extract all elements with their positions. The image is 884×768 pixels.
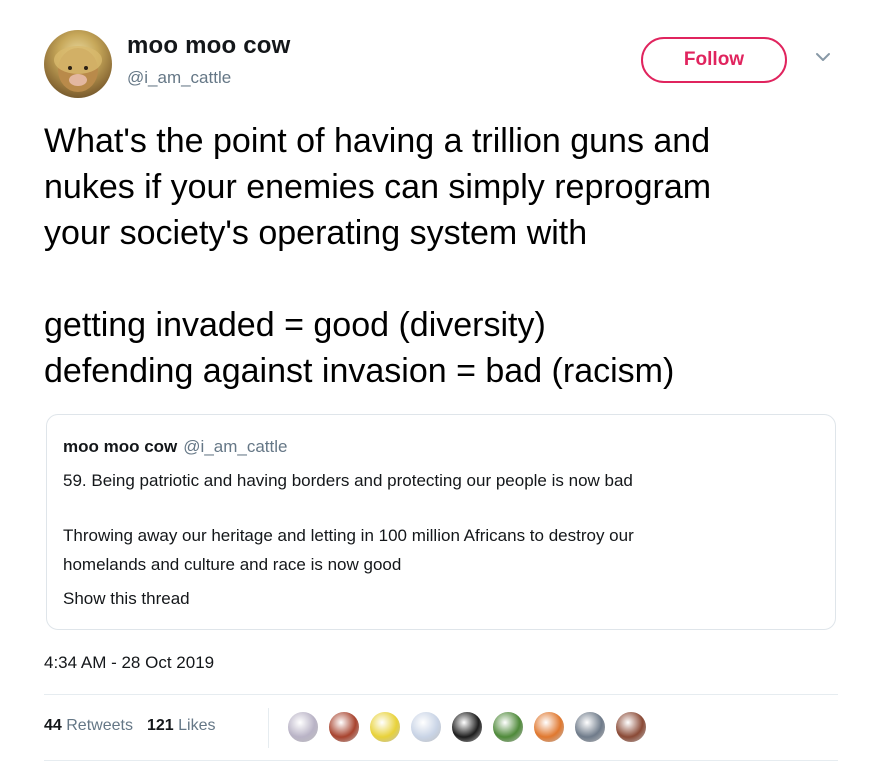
tweet-stats: 44 Retweets 121 Likes [44,717,215,735]
cow-avatar-icon [54,46,102,92]
divider [44,760,838,761]
liker-avatar-icon[interactable] [573,710,607,744]
liker-avatar-icon[interactable] [614,710,648,744]
liker-avatar-icon[interactable] [450,710,484,744]
tweet-text-line: your society's operating system with [44,214,588,252]
tweet-text-line: nukes if your enemies can simply reprogr… [44,168,712,206]
liker-avatar-icon[interactable] [368,710,402,744]
follow-button[interactable]: Follow [641,37,787,83]
author-handle[interactable]: @i_am_cattle [127,68,231,88]
likes-label: Likes [178,717,216,734]
tweet-text-line: defending against invasion = bad (racism… [44,352,675,390]
quoted-author-name: moo moo cow [63,437,178,456]
likers-avatars [286,710,666,744]
likes-stat[interactable]: 121 Likes [147,717,216,734]
quoted-tweet-text: homelands and culture and race is now go… [63,555,402,574]
quoted-tweet-text: 59. Being patriotic and having borders a… [63,471,633,490]
quoted-author-handle: @i_am_cattle [183,437,288,456]
tweet: moo moo cow @i_am_cattle Follow What's t… [0,0,884,768]
quoted-tweet-card[interactable]: moo moo cow @i_am_cattle 59. Being patrio… [46,414,836,630]
liker-avatar-icon[interactable] [532,710,566,744]
retweets-count: 44 [44,717,62,734]
tweet-text-line: What's the point of having a trillion gu… [44,122,711,160]
chevron-down-icon[interactable] [814,50,832,64]
author-avatar[interactable] [44,30,112,98]
divider [44,694,838,695]
tweet-text-line: getting invaded = good (diversity) [44,306,546,344]
liker-avatar-icon[interactable] [286,710,320,744]
liker-avatar-icon[interactable] [491,710,525,744]
divider [268,708,269,748]
retweets-label: Retweets [66,717,133,734]
quoted-tweet-text: Throwing away our heritage and letting i… [63,526,634,545]
tweet-text: What's the point of having a trillion gu… [44,118,854,394]
retweets-stat[interactable]: 44 Retweets [44,717,133,734]
author-display-name[interactable]: moo moo cow [127,32,291,60]
tweet-timestamp[interactable]: 4:34 AM - 28 Oct 2019 [44,653,214,673]
liker-avatar-icon[interactable] [409,710,443,744]
quoted-tweet-header: moo moo cow @i_am_cattle [63,437,287,457]
liker-avatar-icon[interactable] [327,710,361,744]
likes-count: 121 [146,717,174,734]
show-thread-link[interactable]: Show this thread [63,589,190,609]
